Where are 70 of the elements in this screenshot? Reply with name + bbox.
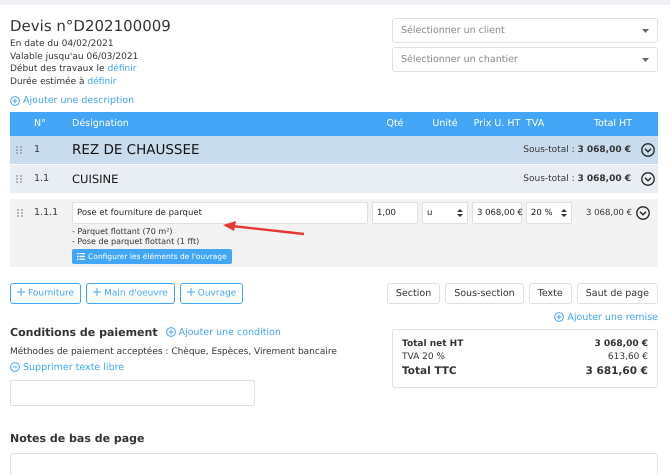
drag-handle-icon[interactable] xyxy=(16,174,22,182)
total-label: TVA 20 % xyxy=(402,350,445,364)
quote-title: Devis n°D202100009 xyxy=(10,17,171,35)
vat-select[interactable]: 20 % xyxy=(526,202,572,224)
add-line-button[interactable]: Main d'oeuvre xyxy=(86,282,175,304)
meta-text: Valable jusqu'au 06/03/2021 xyxy=(10,50,138,63)
chevron-down-icon[interactable] xyxy=(641,142,655,156)
select-field[interactable]: Sélectionner un chantier xyxy=(392,47,658,72)
add-line-button[interactable]: Fourniture xyxy=(10,282,82,304)
meta-text: Début des travaux le xyxy=(10,63,105,76)
total-label: Total TTC xyxy=(402,364,457,378)
component-line: - Parquet flottant (70 m²) xyxy=(72,226,173,236)
free-text-field[interactable] xyxy=(10,380,255,406)
column-header: TVA xyxy=(526,118,546,129)
insert-button[interactable]: Section xyxy=(386,282,440,304)
drag-handle-icon[interactable] xyxy=(16,146,22,154)
subtotal-text: Sous-total : 3 068,00 € xyxy=(523,144,631,154)
remove-text-link[interactable]: Supprimer texte libre xyxy=(10,362,124,372)
component-line: - Pose de parquet flottant (1 fft) xyxy=(72,236,200,246)
total-value: 3 068,00 € xyxy=(594,338,648,350)
column-header: Unité xyxy=(431,118,459,129)
sort-arrows-icon xyxy=(457,208,463,216)
total-label: Total net HT xyxy=(402,338,464,350)
total-value: 3 681,60 € xyxy=(586,364,648,378)
list-icon xyxy=(77,252,85,260)
column-header: Qté xyxy=(385,118,405,129)
sort-arrows-icon xyxy=(561,208,567,216)
subtotal-text: Sous-total : 3 068,00 € xyxy=(523,174,631,184)
quantity-field[interactable]: 1,00 xyxy=(372,202,418,224)
minus-circle-icon xyxy=(10,362,20,372)
define-link[interactable]: définir xyxy=(88,76,116,88)
payment-methods-text: Méthodes de paiement acceptées : Chèque, Espèces, Virement bancaire xyxy=(10,346,338,356)
plus-circle-icon xyxy=(554,312,564,322)
add-description-link[interactable]: Ajouter une description xyxy=(10,95,134,106)
section-heading: Notes de bas de page xyxy=(10,432,146,445)
column-header: N° xyxy=(34,118,47,129)
row-number: 1.1.1 xyxy=(34,207,60,218)
add-line-button[interactable]: Ouvrage xyxy=(180,282,244,304)
designation-field[interactable]: Pose et fourniture de parquet xyxy=(72,202,368,224)
plus-icon xyxy=(93,288,102,296)
chevron-down-icon[interactable] xyxy=(641,172,655,186)
add-condition-link[interactable]: Ajouter une condition xyxy=(166,326,281,338)
plus-icon xyxy=(17,288,25,296)
meta-text: Durée estimée à xyxy=(10,76,85,88)
line-total: 3 068,00 € xyxy=(585,208,632,218)
plus-circle-icon xyxy=(166,327,176,337)
section-heading: Conditions de paiement xyxy=(10,326,158,338)
total-value: 613,60 € xyxy=(608,350,648,364)
unit-select[interactable]: u xyxy=(422,202,468,224)
column-header: Prix U. HT xyxy=(472,118,522,129)
select-field[interactable]: Sélectionner un client xyxy=(392,18,658,43)
column-header: Total HT xyxy=(592,118,632,129)
section-title: CUISINE xyxy=(72,172,120,186)
insert-button[interactable]: Saut de page xyxy=(576,282,658,304)
plus-icon xyxy=(186,288,195,296)
plus-circle-icon xyxy=(10,96,20,106)
price-field[interactable]: 3 068,00 € xyxy=(472,202,522,224)
section-title: REZ DE CHAUSSEE xyxy=(72,142,201,158)
row-number: 1 xyxy=(34,144,42,155)
caret-icon xyxy=(642,58,649,62)
add-discount-link[interactable]: Ajouter une remise xyxy=(554,312,658,322)
insert-button[interactable]: Sous-section xyxy=(445,282,524,304)
row-number: 1.1 xyxy=(34,173,50,184)
caret-icon xyxy=(642,28,649,32)
define-link[interactable]: définir xyxy=(108,63,136,76)
drag-handle-icon[interactable] xyxy=(17,208,23,216)
chevron-down-icon[interactable] xyxy=(636,206,650,220)
meta-text: En date du 04/02/2021 xyxy=(10,38,114,50)
column-header: Désignation xyxy=(72,118,130,129)
insert-button[interactable]: Texte xyxy=(528,282,572,304)
